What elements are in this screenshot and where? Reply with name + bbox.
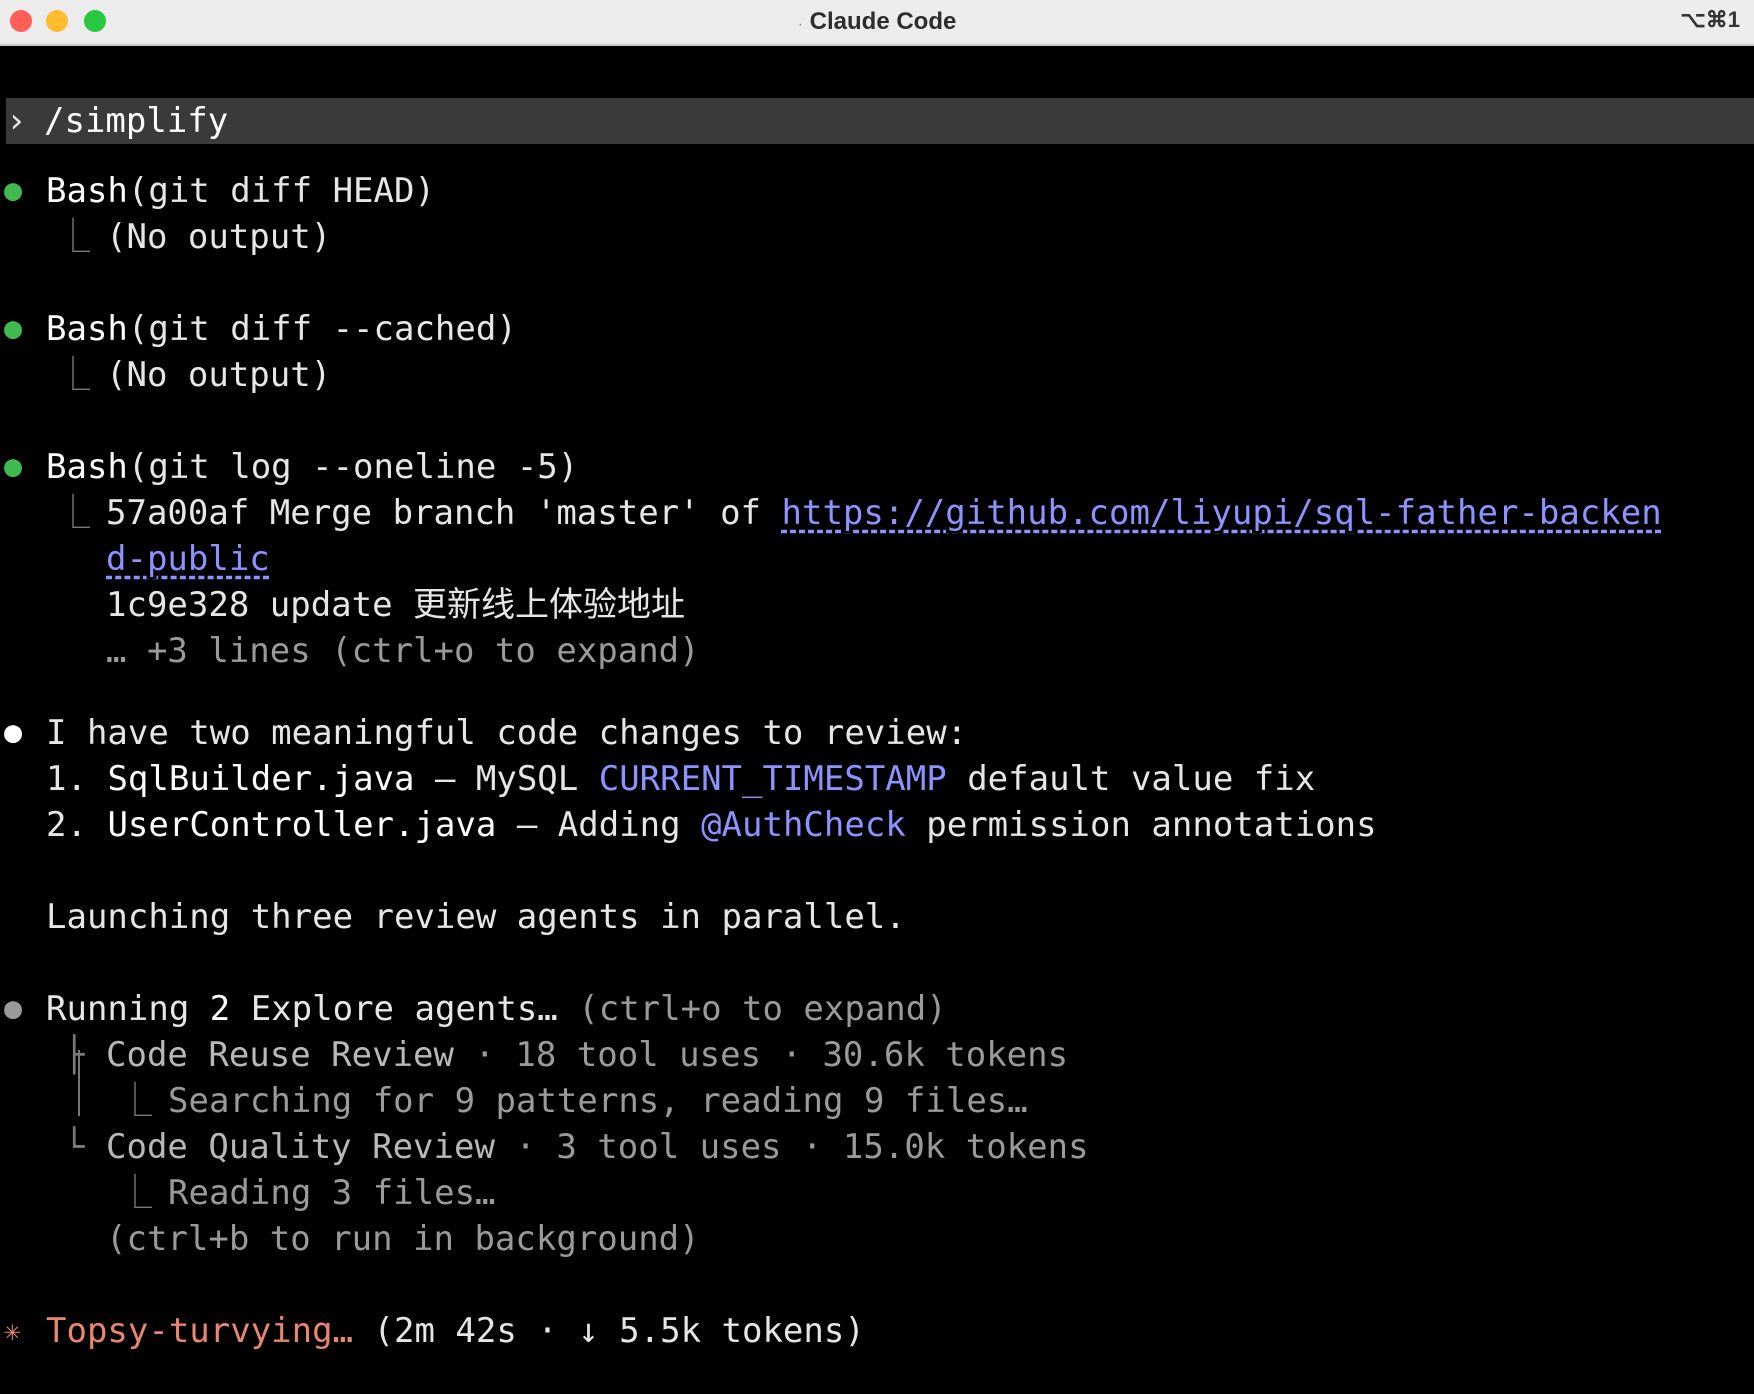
prompt-command: /simplify <box>44 101 229 141</box>
window-title: · Claude Code <box>797 8 957 35</box>
expand-hint[interactable]: … +3 lines (ctrl+o to expand) <box>106 628 700 674</box>
tool-call-3-output-line-1: 57a00af Merge branch 'master' of https:/… <box>106 493 1662 533</box>
tool-call-3: Bash(git log --oneline -5) <box>46 447 579 487</box>
tool-call-1-output: (No output) <box>106 217 332 257</box>
terminal-output[interactable]: › /simplify ● Bash(git diff HEAD) ⎿ (No … <box>0 46 1754 1394</box>
success-bullet-icon: ● <box>4 173 23 208</box>
agent-item-code-reuse: Code Reuse Review · 18 tool uses · 30.6k… <box>106 1035 1069 1075</box>
status-line: Topsy-turvying… (2m 42s · ↓ 5.5k tokens) <box>46 1311 865 1351</box>
agents-header: Running 2 Explore agents… (ctrl+o to exp… <box>46 989 947 1029</box>
message-intro: I have two meaningful code changes to re… <box>46 713 968 753</box>
message-bullet-icon: ● <box>4 715 23 750</box>
tree-branch-icon: ⎿ <box>56 217 90 257</box>
prompt-line <box>6 98 1754 144</box>
agent-activity: Searching for 9 patterns, reading 9 file… <box>168 1081 1028 1121</box>
github-link-continued[interactable]: d-public <box>106 536 270 582</box>
window-shortcut-label: ⌥⌘1 <box>1680 7 1740 32</box>
agent-item-code-quality: Code Quality Review · 3 tool uses · 15.0… <box>106 1127 1089 1167</box>
background-hint[interactable]: (ctrl+b to run in background) <box>106 1216 700 1262</box>
agent-activity: Reading 3 files… <box>168 1173 496 1213</box>
window-titlebar: · Claude Code ⌥⌘1 <box>0 0 1754 46</box>
list-item: 2. UserController.java – Adding @AuthChe… <box>46 805 1377 845</box>
tree-branch-icon: ⎿ <box>56 493 90 533</box>
tree-branch-icon: ⎿ <box>118 1081 152 1121</box>
success-bullet-icon: ● <box>4 311 23 346</box>
github-link[interactable]: https://github.com/liyupi/sql-father-bac… <box>782 493 1662 533</box>
tool-call-3-output-line-2: 1c9e328 update 更新线上体验地址 <box>106 585 686 625</box>
tree-branch-icon: ⎿ <box>118 1173 152 1213</box>
list-item: 1. SqlBuilder.java – MySQL CURRENT_TIMES… <box>46 759 1316 799</box>
expand-agents-hint[interactable]: (ctrl+o to expand) <box>578 989 946 1029</box>
prompt-marker: › <box>6 101 27 141</box>
launching-message: Launching three review agents in paralle… <box>46 897 906 937</box>
tool-call-2: Bash(git diff --cached) <box>46 309 517 349</box>
success-bullet-icon: ● <box>4 449 23 484</box>
tree-branch-icon: └ <box>64 1127 85 1167</box>
tool-call-2-output: (No output) <box>106 355 332 395</box>
tree-branch-icon: ├ <box>64 1035 85 1075</box>
tool-call-1: Bash(git diff HEAD) <box>46 171 435 211</box>
spinner-icon: ✳ <box>4 1314 21 1347</box>
running-bullet-icon: ● <box>4 991 23 1026</box>
tree-branch-icon: ⎿ <box>56 355 90 395</box>
